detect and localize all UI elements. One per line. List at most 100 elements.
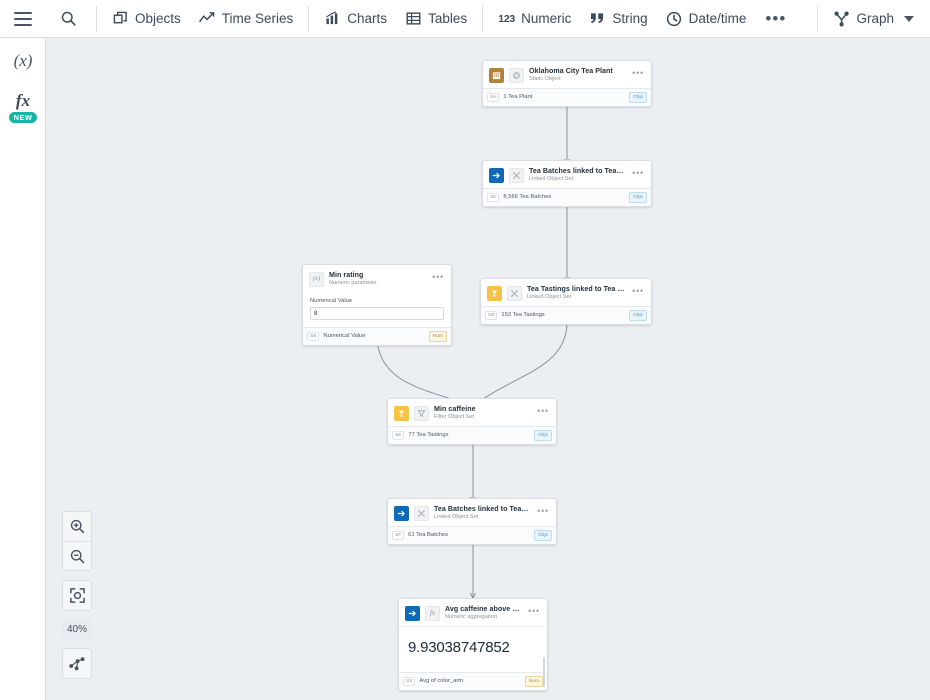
node-footer-chip: SE xyxy=(392,430,405,440)
toolbar-label-tables: Tables xyxy=(428,11,468,26)
node-footer-label: 1 Tea Plant xyxy=(503,94,533,101)
quote-icon xyxy=(589,10,606,27)
node-oklahoma-city-tea-plant[interactable]: Oklahoma City Tea Plant Static Object ••… xyxy=(482,60,652,107)
fit-to-screen-button[interactable] xyxy=(62,581,92,610)
toolbar-item-datetime[interactable]: Date/time xyxy=(657,0,756,38)
toolbar-item-tables[interactable]: Tables xyxy=(396,0,476,38)
node-footer-chip: SB xyxy=(307,331,320,341)
node-menu-button[interactable]: ••• xyxy=(630,68,645,82)
hamburger-icon[interactable] xyxy=(14,11,32,26)
search-button[interactable] xyxy=(46,0,90,38)
numeric-123-icon: 123 xyxy=(498,12,515,25)
node-footer-label: 61 Tea Batches xyxy=(408,532,448,539)
toolbar-item-time-series[interactable]: Time Series xyxy=(190,0,303,38)
toolbar-divider-3 xyxy=(482,5,484,32)
zoom-in-icon xyxy=(70,519,84,534)
node-footer: SB 153 Tea Tastings Objs xyxy=(481,306,651,324)
graph-mode-dropdown[interactable]: Graph xyxy=(824,0,930,38)
node-footer-label: Avg of color_arm xyxy=(419,678,464,685)
zoom-inout-group xyxy=(62,511,92,571)
node-footer-badge: Num xyxy=(524,676,543,687)
node-tea-tastings-linked-to-tea-batches[interactable]: Tea Tastings linked to Tea Batches Linke… xyxy=(480,278,652,325)
node-title: Tea Batches linked to Tea Plants xyxy=(529,167,626,175)
node-title-block: Tea Tastings linked to Tea Batches Linke… xyxy=(527,285,625,301)
zoom-controls: 40% xyxy=(62,511,92,688)
node-footer-chip: SB xyxy=(485,310,498,320)
menu-button[interactable] xyxy=(0,0,46,38)
top-toolbar: Objects Time Series Charts Tables 123 Nu… xyxy=(0,0,930,38)
graph-mode-label: Graph xyxy=(856,11,894,26)
fit-to-screen-icon xyxy=(69,588,85,603)
node-title: Avg caffeine above rating xyxy=(445,605,522,613)
toolbar-divider-2 xyxy=(308,5,310,32)
node-footer: SA 1 Tea Plant Objs xyxy=(483,88,651,106)
node-min-caffeine[interactable]: Min caffeine Filter Object Set ••• SE 77… xyxy=(387,398,557,445)
node-menu-button[interactable]: ••• xyxy=(526,606,541,620)
toolbar-label-datetime: Date/time xyxy=(688,11,747,26)
result-scrollbar[interactable] xyxy=(543,657,545,688)
toolbar-item-string[interactable]: String xyxy=(580,0,656,38)
node-title: Tea Tastings linked to Tea Batches xyxy=(527,285,625,293)
rail-item-functions[interactable]: fx NEW xyxy=(0,84,46,130)
node-min-rating[interactable]: (x) Min rating Numeric parameter ••• Num… xyxy=(302,264,452,346)
zoom-out-button[interactable] xyxy=(62,541,92,570)
node-title-block: Tea Batches linked to Tea Tastings Linke… xyxy=(434,505,530,521)
node-subtitle: Numeric aggregation xyxy=(445,613,497,620)
node-header: Tea Batches linked to Tea Plants Linked … xyxy=(483,161,651,188)
node-menu-button[interactable]: ••• xyxy=(535,506,550,520)
node-footer-badge: Num xyxy=(428,331,447,342)
toolbar-item-charts[interactable]: Charts xyxy=(315,0,396,38)
node-menu-button[interactable]: ••• xyxy=(630,286,645,300)
node-tea-batches-linked-to-tea-tastings[interactable]: Tea Batches linked to Tea Tastings Linke… xyxy=(387,498,557,545)
shuffle-icon xyxy=(507,285,522,301)
node-title-block: Tea Batches linked to Tea Plants Linked … xyxy=(529,167,625,183)
numerical-value-input[interactable]: 8 xyxy=(310,307,444,321)
toolbar-label-numeric: Numeric xyxy=(521,11,572,26)
node-result-body: 9.93038747852 xyxy=(399,626,547,688)
toolbar-item-objects[interactable]: Objects xyxy=(103,0,190,38)
rail-item-variables[interactable]: (x) xyxy=(0,38,46,84)
fit-to-screen-group xyxy=(62,580,92,611)
node-title-block: Min caffeine Filter Object Set xyxy=(434,405,530,421)
auto-layout-icon xyxy=(69,656,85,670)
node-menu-button[interactable]: ••• xyxy=(535,406,550,420)
node-subtitle: Filter Object Set xyxy=(434,413,475,420)
node-footer-badge: Objs xyxy=(628,192,647,203)
graph-canvas[interactable]: Oklahoma City Tea Plant Static Object ••… xyxy=(46,38,930,700)
toolbar-divider-4 xyxy=(817,5,819,32)
node-menu-button[interactable]: ••• xyxy=(430,272,445,286)
new-badge: NEW xyxy=(8,112,38,123)
chevron-down-icon[interactable] xyxy=(904,15,914,22)
node-footer-label: 8,566 Tea Batches xyxy=(503,194,552,201)
node-footer-label: Numerical Value xyxy=(323,333,366,340)
node-footer-chip: SF xyxy=(392,530,405,540)
node-footer-badge: Objs xyxy=(533,430,552,441)
zoom-in-button[interactable] xyxy=(62,512,92,541)
link-arrow-icon xyxy=(405,605,420,621)
fx-icon: fx xyxy=(425,605,440,621)
node-avg-caffeine-above-rating[interactable]: fx Avg caffeine above rating Numeric agg… xyxy=(398,598,548,691)
node-footer-badge: Objs xyxy=(533,530,552,541)
auto-layout-button[interactable] xyxy=(62,649,92,678)
node-header: (x) Min rating Numeric parameter ••• xyxy=(303,265,451,292)
node-footer: SS Avg of color_arm Num xyxy=(399,672,547,690)
node-tea-batches-linked-to-tea-plants[interactable]: Tea Batches linked to Tea Plants Linked … xyxy=(482,160,652,207)
node-subtitle: Linked Object Set xyxy=(527,293,572,300)
toolbar-label-charts: Charts xyxy=(347,11,388,26)
node-header: Tea Batches linked to Tea Tastings Linke… xyxy=(388,499,556,526)
toolbar-overflow-button[interactable]: ••• xyxy=(755,10,796,27)
charts-icon xyxy=(324,10,341,27)
node-footer-chip: SA xyxy=(487,92,500,102)
node-subtitle: Static Object xyxy=(529,75,561,82)
node-header: Min caffeine Filter Object Set ••• xyxy=(388,399,556,426)
node-subtitle: Linked Object Set xyxy=(529,175,574,182)
time-series-icon xyxy=(199,10,216,27)
node-title-block: Avg caffeine above rating Numeric aggreg… xyxy=(445,605,521,621)
auto-layout-group xyxy=(62,648,92,679)
cup-icon xyxy=(487,285,502,301)
graph-workspace: Objects Time Series Charts Tables 123 Nu… xyxy=(0,0,930,700)
filter-icon xyxy=(414,405,429,421)
node-menu-button[interactable]: ••• xyxy=(630,168,645,182)
clock-icon xyxy=(666,10,683,27)
toolbar-item-numeric[interactable]: 123 Numeric xyxy=(489,0,580,38)
